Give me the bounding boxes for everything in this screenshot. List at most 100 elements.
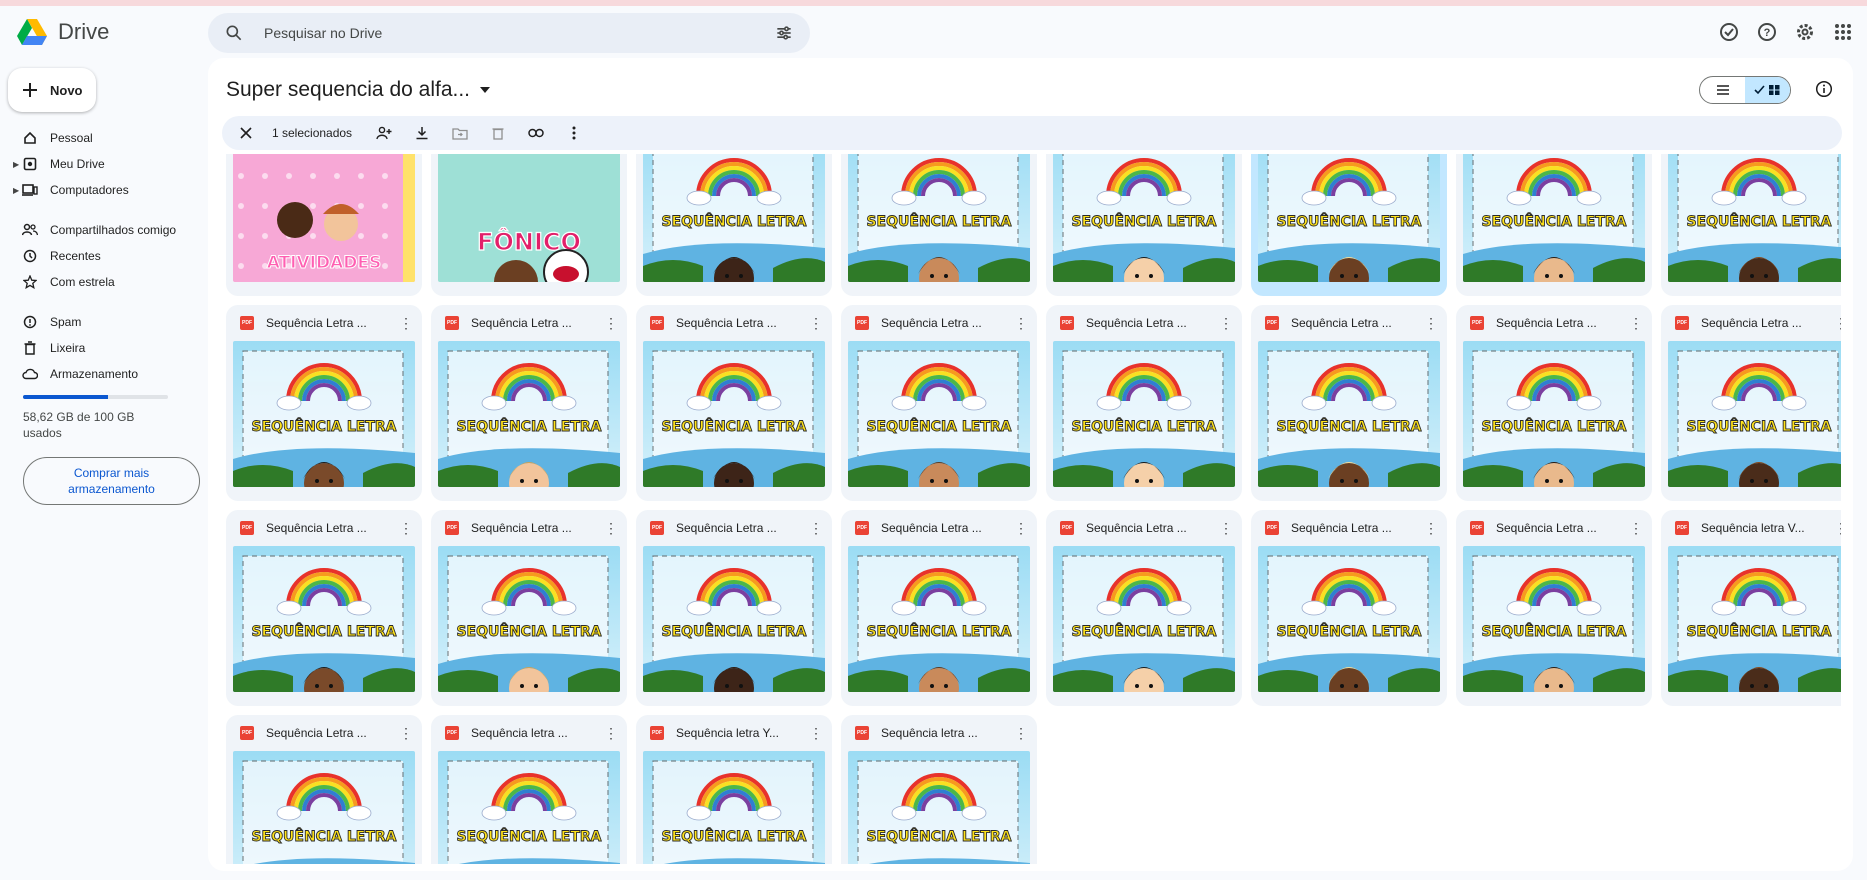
file-more-actions-icon[interactable]: ⋮ — [1628, 315, 1644, 332]
move-to-folder-icon[interactable] — [448, 121, 472, 145]
drive-logo[interactable]: Drive — [16, 18, 109, 46]
file-card[interactable]: PDF⋮SEQUÊNCIA LETRA — [1661, 154, 1841, 296]
file-more-actions-icon[interactable]: ⋮ — [1833, 315, 1841, 332]
file-more-actions-icon[interactable]: ⋮ — [808, 725, 824, 742]
list-view-button[interactable] — [1700, 77, 1745, 103]
more-actions-icon[interactable] — [562, 121, 586, 145]
new-button[interactable]: Novo — [8, 68, 96, 112]
file-card[interactable]: PDF Sequência letra ... ⋮ SEQUÊNCIA LETRA — [431, 715, 627, 864]
file-card[interactable]: PDF Sequência letra V... ⋮ SEQUÊNCIA LETRA — [1661, 510, 1841, 706]
file-card[interactable]: PDF Sequência letra Y... ⋮ SEQUÊNCIA LETRA — [636, 715, 832, 864]
details-info-icon[interactable] — [1815, 80, 1833, 103]
sidebar-item-spam[interactable]: Spam — [0, 309, 200, 335]
clear-selection-close-icon[interactable] — [234, 121, 258, 145]
file-more-actions-icon[interactable]: ⋮ — [1423, 520, 1439, 537]
file-more-actions-icon[interactable]: ⋮ — [1218, 520, 1234, 537]
file-more-actions-icon[interactable]: ⋮ — [1013, 315, 1029, 332]
file-card[interactable]: PDF Sequência Letra ... ⋮ SEQUÊNCIA LETRA — [636, 510, 832, 706]
file-more-actions-icon[interactable]: ⋮ — [1833, 520, 1841, 537]
sidebar-item-com-estrela[interactable]: Com estrela — [0, 269, 200, 295]
file-card[interactable]: PDF Sequência Letra ... ⋮ SEQUÊNCIA LETRA — [841, 510, 1037, 706]
file-more-actions-icon[interactable]: ⋮ — [1013, 725, 1029, 742]
file-card[interactable]: PDF Sequência Letra ... ⋮ SEQUÊNCIA LETRA — [226, 715, 422, 864]
buy-storage-button[interactable]: Comprar mais armazenamento — [23, 457, 200, 505]
file-card[interactable]: PDF Sequência Letra ... ⋮ SEQUÊNCIA LETRA — [1251, 305, 1447, 501]
folder-title-dropdown[interactable]: Super sequencia do alfa... — [226, 78, 491, 102]
file-more-actions-icon[interactable]: ⋮ — [808, 315, 824, 332]
file-card[interactable]: PDF Sequência Letra ... ⋮ SEQUÊNCIA LETRA — [1046, 510, 1242, 706]
download-icon[interactable] — [410, 121, 434, 145]
file-thumbnail: SEQUÊNCIA LETRA — [1053, 154, 1235, 282]
search-box[interactable]: Pesquisar no Drive — [208, 13, 810, 53]
file-name: Sequência Letra ... — [676, 521, 777, 535]
svg-text:SEQUÊNCIA LETRA: SEQUÊNCIA LETRA — [1686, 213, 1831, 230]
settings-gear-icon[interactable] — [1793, 20, 1817, 44]
sidebar-item-computadores[interactable]: ▶ Computadores — [0, 177, 200, 203]
file-more-actions-icon[interactable]: ⋮ — [603, 520, 619, 537]
search-input[interactable]: Pesquisar no Drive — [264, 25, 774, 41]
search-icon[interactable] — [224, 23, 244, 43]
file-card[interactable]: PDF Sequência Letra ... ⋮ SEQUÊNCIA LETRA — [1456, 305, 1652, 501]
file-card[interactable]: PDF⋮SEQUÊNCIA LETRA — [841, 154, 1037, 296]
offline-status-icon[interactable] — [1717, 20, 1741, 44]
file-card[interactable]: PDF Sequência Letra ... ⋮ SEQUÊNCIA LETRA — [1456, 510, 1652, 706]
sidebar-item-recentes[interactable]: Recentes — [0, 243, 200, 269]
file-card[interactable]: PDF⋮SEQUÊNCIA LETRA — [636, 154, 832, 296]
file-card[interactable]: PDF Sequência Letra ... ⋮ SEQUÊNCIA LETRA — [841, 305, 1037, 501]
pdf-file-icon: PDF — [650, 521, 664, 535]
file-more-actions-icon[interactable]: ⋮ — [808, 520, 824, 537]
file-card[interactable]: PDF⋮SEQUÊNCIA LETRA — [1251, 154, 1447, 296]
file-card[interactable]: PDF⋮ATIVIDADES — [226, 154, 422, 296]
file-card[interactable]: PDF Sequência Letra ... ⋮ SEQUÊNCIA LETRA — [1046, 305, 1242, 501]
file-more-actions-icon[interactable]: ⋮ — [398, 315, 414, 332]
file-more-actions-icon[interactable]: ⋮ — [603, 315, 619, 332]
file-more-actions-icon[interactable]: ⋮ — [1218, 315, 1234, 332]
file-thumbnail: SEQUÊNCIA LETRA — [233, 546, 415, 692]
file-more-actions-icon[interactable]: ⋮ — [398, 725, 414, 742]
file-more-actions-icon[interactable]: ⋮ — [1628, 520, 1644, 537]
pdf-file-icon: PDF — [650, 726, 664, 740]
file-card[interactable]: PDF Sequência Letra ... ⋮ SEQUÊNCIA LETRA — [1661, 305, 1841, 501]
sidebar-item-lixeira[interactable]: Lixeira — [0, 335, 200, 361]
copy-link-icon[interactable] — [524, 121, 548, 145]
app-name: Drive — [58, 19, 110, 44]
file-card[interactable]: PDF Sequência Letra ... ⋮ SEQUÊNCIA LETRA — [431, 305, 627, 501]
file-more-actions-icon[interactable]: ⋮ — [398, 520, 414, 537]
file-card[interactable]: PDF Sequência Letra ... ⋮ SEQUÊNCIA LETRA — [226, 305, 422, 501]
svg-text:SEQUÊNCIA LETRA: SEQUÊNCIA LETRA — [866, 828, 1011, 845]
cloud-icon — [22, 366, 38, 382]
file-more-actions-icon[interactable]: ⋮ — [1013, 520, 1029, 537]
file-card-header: PDF Sequência Letra ... ⋮ — [841, 305, 1037, 341]
svg-text:SEQUÊNCIA LETRA: SEQUÊNCIA LETRA — [661, 828, 806, 845]
file-card[interactable]: PDF Sequência letra ... ⋮ SEQUÊNCIA LETRA — [841, 715, 1037, 864]
computer-icon — [22, 182, 38, 198]
share-add-person-icon[interactable] — [372, 121, 396, 145]
help-icon[interactable]: ? — [1755, 20, 1779, 44]
svg-text:SEQUÊNCIA LETRA: SEQUÊNCIA LETRA — [456, 418, 601, 435]
file-grid-viewport: PDF⋮ATIVIDADESPDF⋮FÔNICOPDF⋮SEQUÊNCIA LE… — [226, 154, 1841, 864]
sidebar-nav: Pessoal ▶ Meu Drive ▶ Computadores Compa… — [0, 125, 200, 505]
file-card[interactable]: PDF⋮SEQUÊNCIA LETRA — [1046, 154, 1242, 296]
expand-caret-icon[interactable]: ▶ — [13, 186, 19, 195]
sidebar-item-meu-drive[interactable]: ▶ Meu Drive — [0, 151, 200, 177]
file-more-actions-icon[interactable]: ⋮ — [603, 725, 619, 742]
apps-grid-icon[interactable] — [1831, 20, 1855, 44]
file-card[interactable]: PDF⋮SEQUÊNCIA LETRA — [1456, 154, 1652, 296]
grid-view-button[interactable] — [1745, 77, 1790, 103]
file-card[interactable]: PDF Sequência Letra ... ⋮ SEQUÊNCIA LETRA — [636, 305, 832, 501]
delete-trash-icon[interactable] — [486, 121, 510, 145]
file-card[interactable]: PDF⋮FÔNICO — [431, 154, 627, 296]
file-card[interactable]: PDF Sequência Letra ... ⋮ SEQUÊNCIA LETRA — [226, 510, 422, 706]
pdf-file-icon: PDF — [855, 726, 869, 740]
file-card[interactable]: PDF Sequência Letra ... ⋮ SEQUÊNCIA LETRA — [431, 510, 627, 706]
file-card[interactable]: PDF Sequência Letra ... ⋮ SEQUÊNCIA LETRA — [1251, 510, 1447, 706]
search-options-icon[interactable] — [774, 23, 794, 43]
expand-caret-icon[interactable]: ▶ — [13, 160, 19, 169]
sidebar-item-pessoal[interactable]: Pessoal — [0, 125, 200, 151]
sidebar-item-armazenamento[interactable]: Armazenamento — [0, 361, 200, 387]
file-more-actions-icon[interactable]: ⋮ — [1423, 315, 1439, 332]
sidebar-item-compartilhados[interactable]: Compartilhados comigo — [0, 217, 200, 243]
file-name: Sequência Letra ... — [881, 521, 982, 535]
pdf-file-icon: PDF — [240, 521, 254, 535]
sidebar-item-label: Compartilhados comigo — [50, 223, 177, 237]
